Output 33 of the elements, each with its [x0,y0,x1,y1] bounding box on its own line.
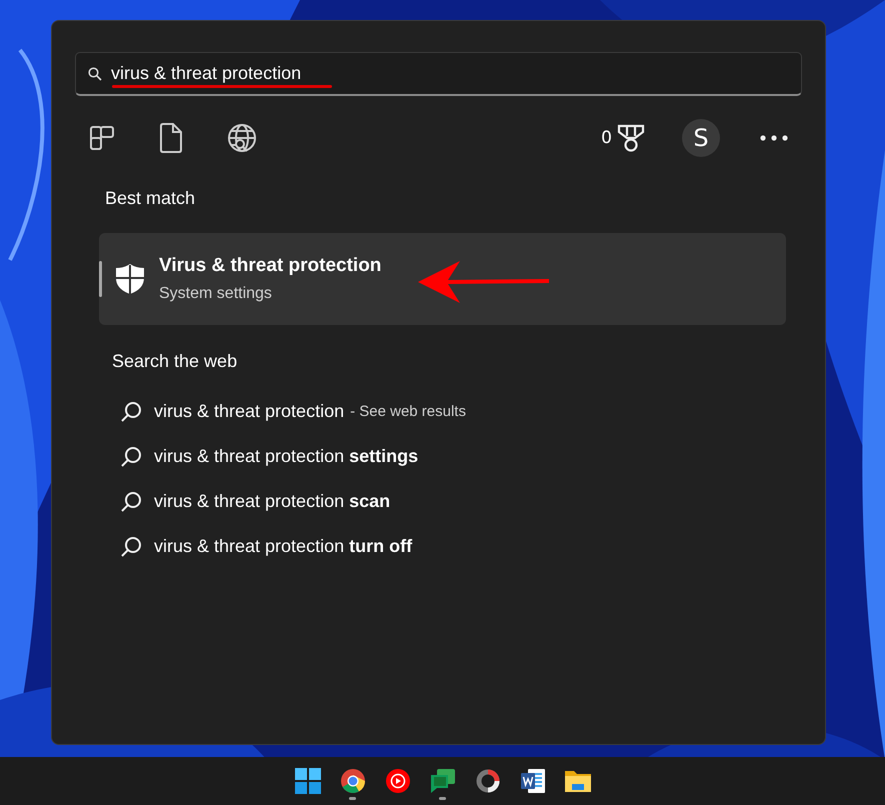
windows-icon[interactable] [294,768,320,794]
shield-icon [115,263,145,295]
search-icon [120,400,142,422]
ring-icon[interactable] [474,768,500,794]
rewards-button[interactable]: 0 [597,119,650,157]
suggestion-text: virus & threat protection turn off [154,536,412,557]
section-heading: Search the web [112,351,238,372]
search-icon [120,446,142,468]
music-icon[interactable] [384,768,410,794]
search-icon [120,536,142,558]
folder-icon[interactable] [564,768,592,794]
result-subtitle: System settings [159,285,273,303]
account-avatar[interactable]: S [682,119,720,157]
search-input[interactable]: virus & threat protection [111,63,789,84]
selection-indicator [99,261,102,297]
suggestion-text: virus & threat protection scan [154,491,390,512]
search-field[interactable]: virus & threat protection [75,52,802,96]
document-icon [159,123,183,153]
globe-search-icon [227,123,257,153]
document-app-icon[interactable] [520,768,546,794]
suggestion-hint: - See web results [350,403,466,420]
best-match-result[interactable]: Virus & threat protection System settings [99,233,786,325]
browser-icon[interactable] [340,768,366,794]
chat-icon[interactable] [430,768,456,794]
more-icon [760,135,788,141]
search-icon [88,66,102,80]
suggestion-text: virus & threat protection settings [154,446,418,467]
section-heading: Best match [105,188,196,209]
medal-icon [616,123,646,153]
search-icon [120,490,142,512]
result-title: Virus & threat protection [159,255,382,277]
layout-icon [89,125,115,151]
suggestion-text: virus & threat protection [154,401,344,422]
